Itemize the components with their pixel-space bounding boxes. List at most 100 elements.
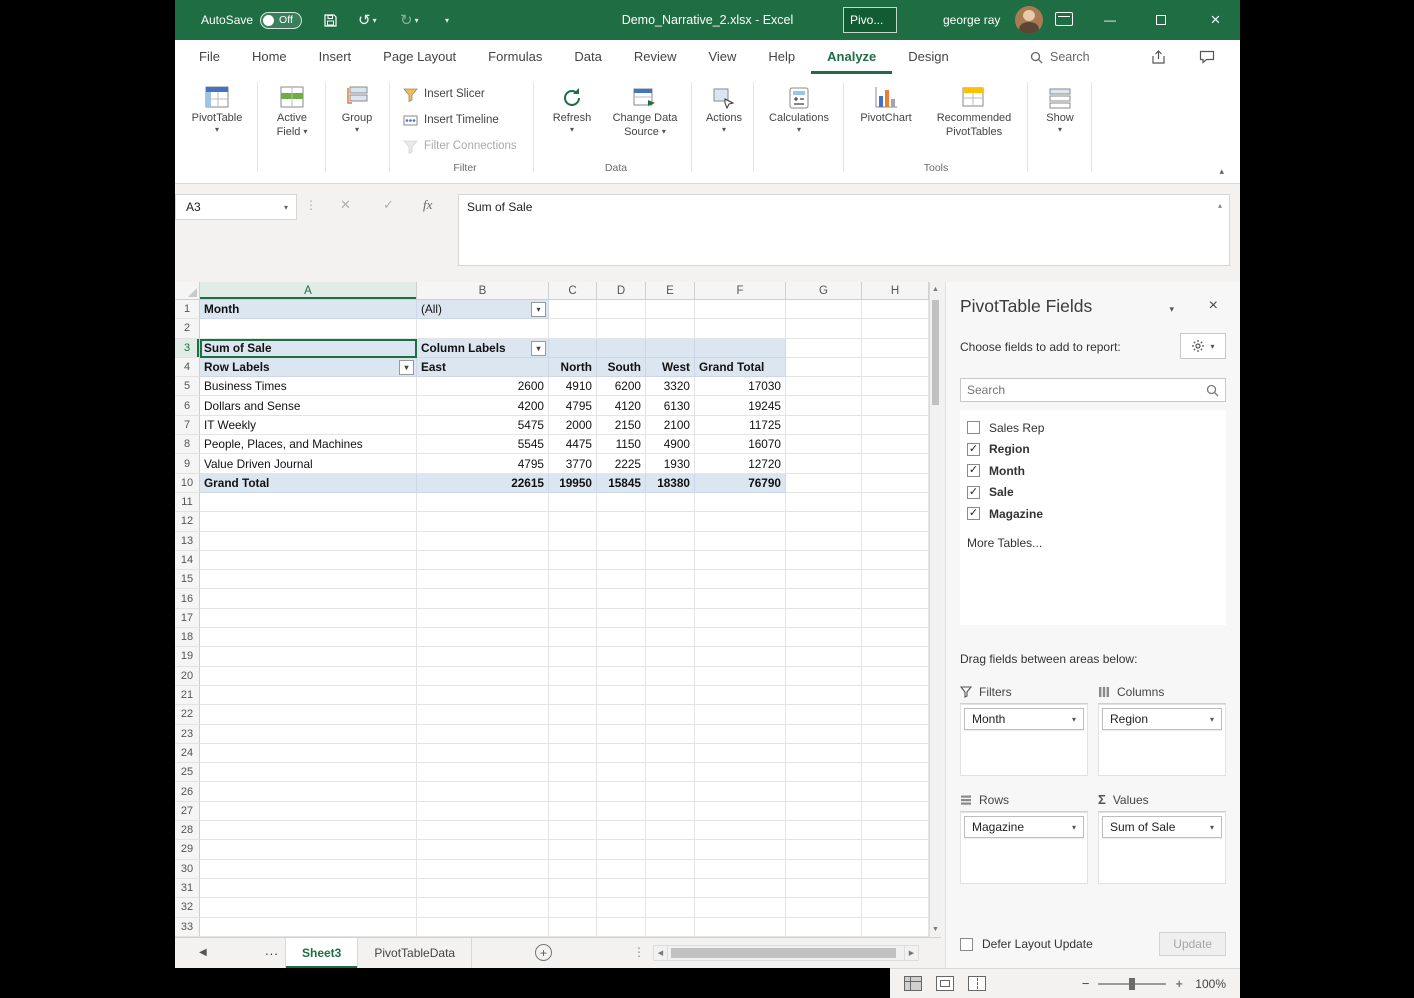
values-drop-zone[interactable]: Sum of Sale ▾ <box>1098 812 1226 884</box>
cell-G26[interactable] <box>786 782 862 802</box>
col-header-B[interactable]: B <box>417 282 549 300</box>
scroll-left-button[interactable]: ◀ <box>653 945 668 961</box>
cell-G13[interactable] <box>786 531 862 551</box>
cell-H5[interactable] <box>862 377 929 397</box>
cell-F14[interactable] <box>695 550 786 571</box>
cell-B24[interactable] <box>417 743 549 764</box>
cell-G17[interactable] <box>786 608 862 629</box>
cell-H28[interactable] <box>862 821 929 841</box>
cell-B11[interactable] <box>417 492 549 513</box>
cell-H10[interactable] <box>862 473 929 493</box>
ribbon-tab-data[interactable]: Data <box>558 40 617 74</box>
zoom-out-button[interactable]: − <box>1082 976 1090 991</box>
field-item-sale[interactable]: ✓ Sale <box>964 482 1222 504</box>
cell-A12[interactable] <box>200 512 417 532</box>
cell-A27[interactable] <box>200 801 417 822</box>
cell-A9[interactable]: Value Driven Journal <box>200 454 417 474</box>
cell-C6[interactable]: 4795 <box>549 396 597 416</box>
cell-E15[interactable] <box>646 570 695 590</box>
autosave-toggle[interactable]: Off <box>260 11 302 29</box>
cell-G22[interactable] <box>786 705 862 725</box>
cell-A32[interactable] <box>200 898 417 918</box>
cell-H3[interactable] <box>862 338 929 358</box>
cell-E26[interactable] <box>646 782 695 802</box>
cell-E14[interactable] <box>646 550 695 571</box>
field-pill-region[interactable]: Region ▾ <box>1102 708 1222 730</box>
cell-B14[interactable] <box>417 550 549 571</box>
cell-A16[interactable] <box>200 589 417 609</box>
cell-F3[interactable] <box>695 338 786 358</box>
row-header-29[interactable]: 29 <box>175 840 200 860</box>
cell-C11[interactable] <box>549 492 597 513</box>
collapse-ribbon-button[interactable]: ▴ <box>1219 166 1224 177</box>
row-header-1[interactable]: 1 <box>175 300 200 320</box>
row-header-17[interactable]: 17 <box>175 608 200 629</box>
cell-A1[interactable]: Month <box>200 300 417 320</box>
cell-D22[interactable] <box>597 705 646 725</box>
cell-C1[interactable] <box>549 300 597 320</box>
ribbon-tab-review[interactable]: Review <box>618 40 693 74</box>
cell-D16[interactable] <box>597 589 646 609</box>
cell-H25[interactable] <box>862 763 929 783</box>
field-item-month[interactable]: ✓ Month <box>964 460 1222 482</box>
cell-H22[interactable] <box>862 705 929 725</box>
cell-G30[interactable] <box>786 859 862 879</box>
cell-H2[interactable] <box>862 319 929 339</box>
cell-C24[interactable] <box>549 743 597 764</box>
page-layout-view-button[interactable] <box>936 976 954 991</box>
cell-B4[interactable]: East <box>417 357 549 378</box>
cell-C18[interactable] <box>549 628 597 648</box>
cell-E33[interactable] <box>646 917 695 937</box>
sheet-tab-overflow[interactable]: ... <box>265 943 279 958</box>
cell-H33[interactable] <box>862 917 929 937</box>
cell-B26[interactable] <box>417 782 549 802</box>
row-header-31[interactable]: 31 <box>175 878 200 899</box>
columns-drop-zone[interactable]: Region ▾ <box>1098 704 1226 776</box>
cell-E24[interactable] <box>646 743 695 764</box>
cell-E23[interactable] <box>646 724 695 744</box>
cell-E27[interactable] <box>646 801 695 822</box>
cell-C28[interactable] <box>549 821 597 841</box>
cell-E10[interactable]: 18380 <box>646 473 695 493</box>
row-header-28[interactable]: 28 <box>175 821 200 841</box>
cell-D11[interactable] <box>597 492 646 513</box>
cell-B8[interactable]: 5545 <box>417 435 549 455</box>
cell-A33[interactable] <box>200 917 417 937</box>
cell-F2[interactable] <box>695 319 786 339</box>
cell-C10[interactable]: 19950 <box>549 473 597 493</box>
formula-input[interactable]: Sum of Sale <box>458 194 1230 266</box>
sheet-bar-handle[interactable]: ⋮ <box>633 945 645 959</box>
row-header-4[interactable]: 4 <box>175 357 200 378</box>
field-checkbox-region[interactable]: ✓ <box>967 442 980 456</box>
cell-E13[interactable] <box>646 531 695 551</box>
ribbon-tab-home[interactable]: Home <box>236 40 303 74</box>
cell-G20[interactable] <box>786 666 862 686</box>
cell-E5[interactable]: 3320 <box>646 377 695 397</box>
refresh-button[interactable]: Refresh ▾ <box>545 80 599 160</box>
cell-C33[interactable] <box>549 917 597 937</box>
cell-F6[interactable]: 19245 <box>695 396 786 416</box>
cell-G1[interactable] <box>786 300 862 320</box>
insert-slicer-button[interactable]: Insert Slicer <box>399 82 531 106</box>
cell-G6[interactable] <box>786 396 862 416</box>
row-header-30[interactable]: 30 <box>175 859 200 879</box>
cell-B3[interactable]: Column Labels ▾ <box>417 338 549 358</box>
quick-access-more-button[interactable]: ▾ <box>445 0 449 40</box>
row-header-25[interactable]: 25 <box>175 763 200 783</box>
cell-F5[interactable]: 17030 <box>695 377 786 397</box>
cell-A22[interactable] <box>200 705 417 725</box>
field-checkbox-magazine[interactable]: ✓ <box>967 507 980 521</box>
change-data-source-button[interactable]: Change Data Source ▾ <box>603 80 687 160</box>
cell-C30[interactable] <box>549 859 597 879</box>
cell-H7[interactable] <box>862 415 929 436</box>
cell-A17[interactable] <box>200 608 417 629</box>
insert-timeline-button[interactable]: Insert Timeline <box>399 108 531 132</box>
ribbon-tab-analyze[interactable]: Analyze <box>811 40 892 74</box>
cell-D13[interactable] <box>597 531 646 551</box>
cell-A23[interactable] <box>200 724 417 744</box>
cell-F21[interactable] <box>695 685 786 706</box>
cell-B30[interactable] <box>417 859 549 879</box>
cell-D4[interactable]: South <box>597 357 646 378</box>
comments-button[interactable] <box>1195 47 1219 67</box>
cell-F20[interactable] <box>695 666 786 686</box>
